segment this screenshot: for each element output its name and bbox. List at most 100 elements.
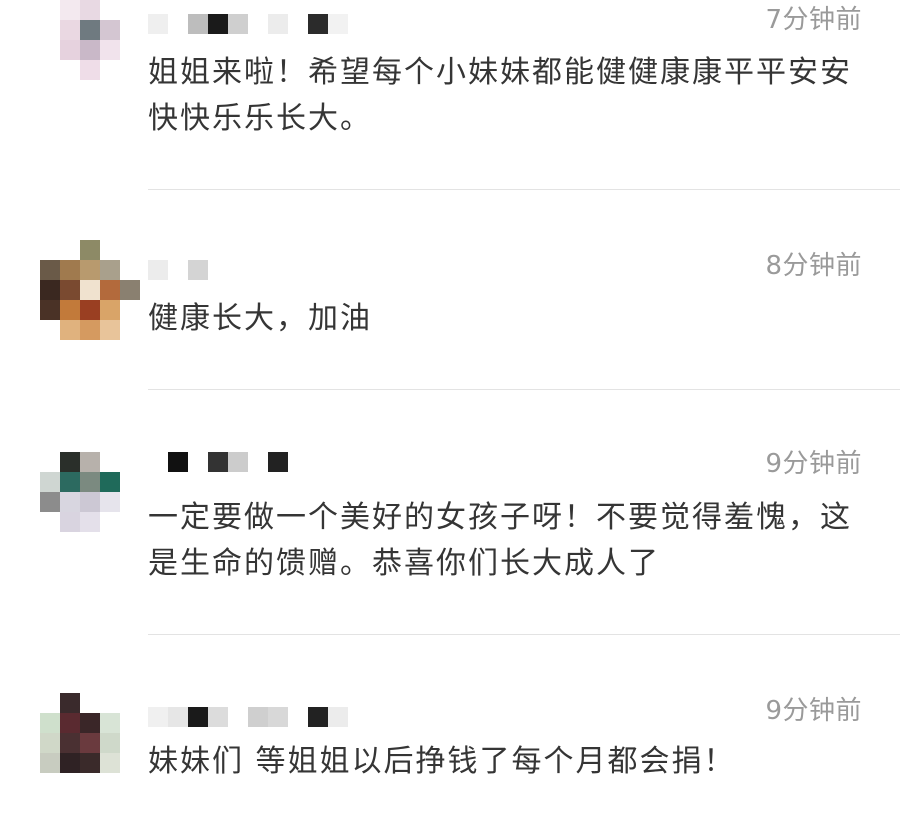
- avatar-pixel: [120, 472, 140, 492]
- avatar-pixel: [120, 320, 140, 340]
- avatar-pixel: [40, 240, 60, 260]
- comment-text: 健康长大，加油: [148, 301, 372, 336]
- avatar-pixel: [120, 300, 140, 320]
- avatar-pixel: [100, 733, 120, 753]
- avatar-pixel: [100, 713, 120, 733]
- avatar-pixel: [60, 713, 80, 733]
- nickname-pixel: [228, 14, 248, 34]
- avatar-pixel: [40, 472, 60, 492]
- avatar-pixel: [120, 512, 140, 532]
- comment-text: 妹妹们 等姐姐以后挣钱了每个月都会捐！: [148, 744, 736, 779]
- avatar-pixel: [80, 492, 100, 512]
- nickname[interactable]: [148, 260, 208, 280]
- nickname[interactable]: [148, 14, 348, 34]
- avatar-pixel: [40, 280, 60, 300]
- avatar-pixel: [100, 320, 120, 340]
- timestamp: 8分钟前: [765, 251, 862, 281]
- avatar-pixel: [100, 20, 120, 40]
- avatar-pixel: [100, 693, 120, 713]
- avatar-pixel: [40, 693, 60, 713]
- avatar-pixel: [100, 60, 120, 80]
- avatar-pixel: [60, 492, 80, 512]
- nickname-pixel: [308, 707, 328, 727]
- avatar-pixel: [120, 452, 140, 472]
- avatar[interactable]: [40, 240, 140, 340]
- nickname[interactable]: [148, 707, 348, 727]
- nickname-pixel: [328, 14, 348, 34]
- avatar-pixel: [100, 753, 120, 773]
- avatar-pixel: [120, 0, 140, 20]
- avatar-pixel: [120, 753, 140, 773]
- nickname[interactable]: [148, 452, 288, 472]
- avatar-pixel: [40, 733, 60, 753]
- avatar[interactable]: [40, 452, 140, 532]
- avatar-pixel: [100, 300, 120, 320]
- comment-item: 9分钟前 一定要做一个美好的女孩子呀！不要觉得羞愧，这是生命的馈赠。恭喜你们长大…: [0, 390, 900, 635]
- avatar-pixel: [100, 260, 120, 280]
- avatar-pixel: [80, 713, 100, 733]
- avatar-pixel: [80, 20, 100, 40]
- nickname-pixel: [208, 707, 228, 727]
- timestamp: 7分钟前: [765, 5, 862, 35]
- avatar-pixel: [120, 492, 140, 512]
- avatar-pixel: [60, 693, 80, 713]
- nickname-pixel: [248, 707, 268, 727]
- avatar-pixel: [80, 320, 100, 340]
- nickname-pixel: [188, 14, 208, 34]
- comment-item: 7分钟前 姐姐来啦！希望每个小妹妹都能健健康康平平安安快快乐乐长大。: [0, 0, 900, 190]
- avatar-pixel: [100, 0, 120, 20]
- avatar-pixel: [120, 40, 140, 60]
- avatar-pixel: [120, 280, 140, 300]
- avatar-pixel: [40, 260, 60, 280]
- nickname-pixel: [188, 452, 208, 472]
- avatar-pixel: [60, 40, 80, 60]
- nickname-pixel: [208, 14, 228, 34]
- avatar-pixel: [60, 60, 80, 80]
- avatar-pixel: [40, 320, 60, 340]
- avatar-pixel: [60, 320, 80, 340]
- nickname-pixel: [288, 707, 308, 727]
- timestamp: 9分钟前: [765, 449, 862, 479]
- avatar-pixel: [100, 492, 120, 512]
- avatar-pixel: [60, 240, 80, 260]
- avatar[interactable]: [40, 0, 140, 80]
- avatar-pixel: [80, 733, 100, 753]
- avatar-pixel: [100, 240, 120, 260]
- nickname-pixel: [228, 707, 248, 727]
- avatar-pixel: [40, 0, 60, 20]
- avatar-pixel: [120, 20, 140, 40]
- avatar-pixel: [100, 472, 120, 492]
- avatar-pixel: [100, 40, 120, 60]
- avatar-pixel: [40, 492, 60, 512]
- nickname-pixel: [188, 707, 208, 727]
- avatar-pixel: [40, 300, 60, 320]
- nickname-pixel: [148, 14, 168, 34]
- nickname-pixel: [268, 707, 288, 727]
- avatar-pixel: [60, 280, 80, 300]
- avatar[interactable]: [40, 693, 140, 773]
- avatar-pixel: [100, 512, 120, 532]
- avatar-pixel: [40, 753, 60, 773]
- avatar-pixel: [40, 512, 60, 532]
- avatar-pixel: [60, 0, 80, 20]
- avatar-pixel: [40, 60, 60, 80]
- comment-item: 9分钟前 妹妹们 等姐姐以后挣钱了每个月都会捐！: [0, 635, 900, 820]
- avatar-pixel: [80, 512, 100, 532]
- comment-text: 一定要做一个美好的女孩子呀！不要觉得羞愧，这是生命的馈赠。恭喜你们长大成人了: [148, 500, 852, 581]
- nickname-pixel: [228, 452, 248, 472]
- avatar-pixel: [80, 300, 100, 320]
- nickname-pixel: [148, 260, 168, 280]
- nickname-pixel: [168, 260, 188, 280]
- nickname-pixel: [208, 452, 228, 472]
- nickname-pixel: [308, 14, 328, 34]
- avatar-pixel: [80, 240, 100, 260]
- avatar-pixel: [120, 713, 140, 733]
- avatar-pixel: [40, 713, 60, 733]
- avatar-pixel: [60, 753, 80, 773]
- avatar-pixel: [80, 753, 100, 773]
- avatar-pixel: [120, 60, 140, 80]
- nickname-pixel: [268, 14, 288, 34]
- comment-item: 8分钟前 健康长大，加油: [0, 190, 900, 390]
- avatar-pixel: [40, 40, 60, 60]
- avatar-pixel: [40, 452, 60, 472]
